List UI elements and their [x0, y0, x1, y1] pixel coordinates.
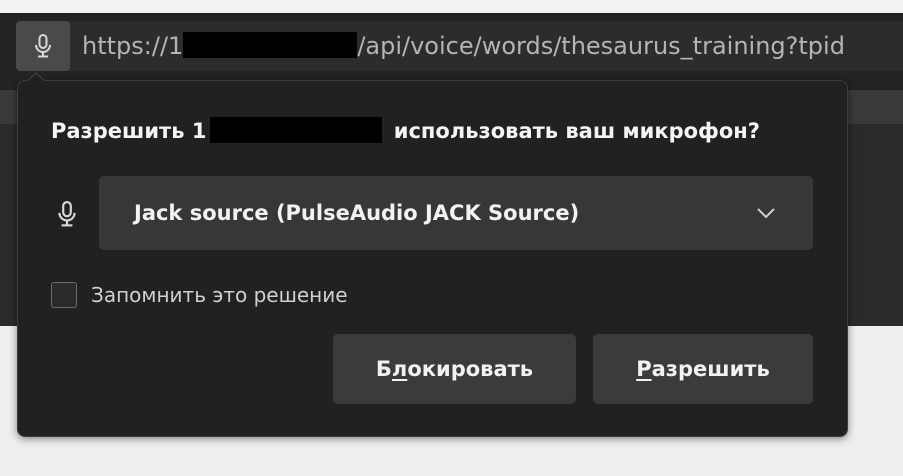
prompt-text-start: Разрешить — [51, 119, 192, 143]
remember-decision-checkbox[interactable] — [51, 282, 77, 308]
block-label-mnemonic: л — [391, 357, 408, 381]
prompt-text-end: использовать ваш микрофон? — [386, 119, 760, 143]
permission-prompt: Разрешить 1 использовать ваш микрофон? — [51, 117, 760, 143]
browser-toolbar: https://1/api/voice/words/thesaurus_trai… — [0, 13, 903, 90]
block-button[interactable]: Бл окировать — [333, 334, 576, 404]
microphone-device-select[interactable]: Jack source (PulseAudio JACK Source) — [99, 176, 813, 250]
microphone-permission-button[interactable] — [16, 21, 70, 71]
selected-device-label: Jack source (PulseAudio JACK Source) — [134, 201, 580, 225]
block-label-start: Б — [375, 357, 392, 381]
prompt-host-prefix: 1 — [191, 119, 207, 143]
microphone-icon — [58, 201, 76, 227]
url-path: /api/voice/words/thesaurus_training?tpid — [357, 32, 845, 60]
chevron-down-icon — [757, 208, 775, 219]
redacted-host — [183, 32, 358, 58]
url-text[interactable]: https://1/api/voice/words/thesaurus_trai… — [82, 21, 845, 71]
microphone-permission-popup: Разрешить 1 использовать ваш микрофон? J… — [17, 80, 848, 437]
microphone-icon — [35, 34, 51, 58]
allow-label-mnemonic: Р — [636, 357, 652, 381]
url-host-prefix: 1 — [168, 32, 184, 60]
url-scheme: https:// — [82, 32, 169, 60]
block-label-end: окировать — [407, 357, 534, 381]
redacted-host — [210, 117, 383, 143]
allow-button[interactable]: Разрешить — [593, 334, 813, 404]
popup-arrow-fill — [27, 74, 45, 82]
url-bar[interactable]: https://1/api/voice/words/thesaurus_trai… — [16, 21, 903, 71]
allow-label-end: азрешить — [651, 357, 770, 381]
window-top-edge — [0, 0, 903, 13]
remember-decision-label[interactable]: Запомнить это решение — [91, 281, 348, 309]
